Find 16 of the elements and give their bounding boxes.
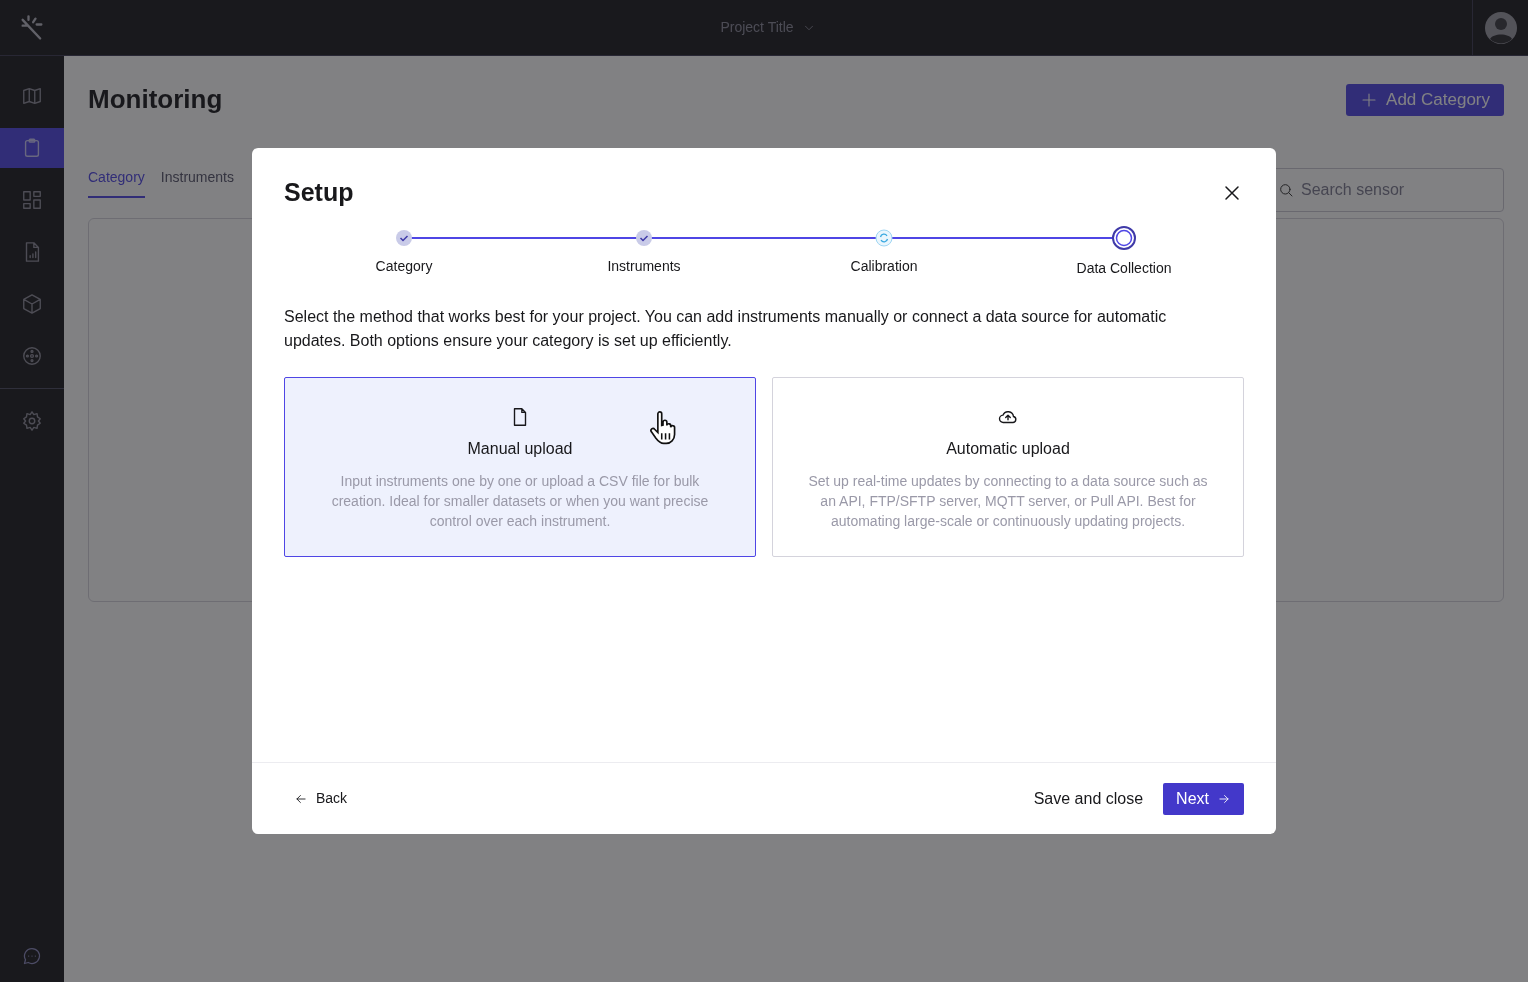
option-description: Set up real-time updates by connecting to a data source such as an API, FTP/SFTP server, MQTT server, or Pull API. Best for automating large-scale or continuously updating projects. [807, 471, 1209, 531]
step-label: Calibration [850, 256, 918, 276]
upload-option-card[interactable]: Automatic upload Set up real-time updates by connecting to a data source such as an API, FTP/SFTP server, MQTT server, or Pull API. Best for automating large-scale or continuously updating projects. [772, 376, 1244, 557]
next-button[interactable]: Next [1163, 782, 1244, 815]
option-title: Automatic upload [946, 438, 1070, 459]
option-title: Manual upload [467, 438, 573, 459]
step-label: Category [375, 256, 433, 276]
save-and-close-button[interactable]: Save and close [1033, 782, 1144, 815]
step-label: Data Collection [1076, 258, 1172, 278]
back-button[interactable]: Back [284, 782, 358, 815]
option-description: Input instruments one by one or upload a CSV file for bulk creation. Ideal for smaller datasets or when you want precise control over each instrument. [330, 471, 710, 531]
upload-option-card[interactable]: Manual upload Input instruments one by one or upload a CSV file for bulk creation. Ideal for smaller datasets or when you want precise control over each instrument. [284, 376, 756, 557]
page-title: Monitoring [88, 83, 223, 116]
dialog-title: Setup [284, 177, 354, 208]
dialog-description: Select the method that works best for your project. You can add instruments manually or connect a data source for automatic updates. Both options ensure your category is set up efficiently. [284, 306, 1168, 351]
step-label: Instruments [607, 256, 681, 276]
